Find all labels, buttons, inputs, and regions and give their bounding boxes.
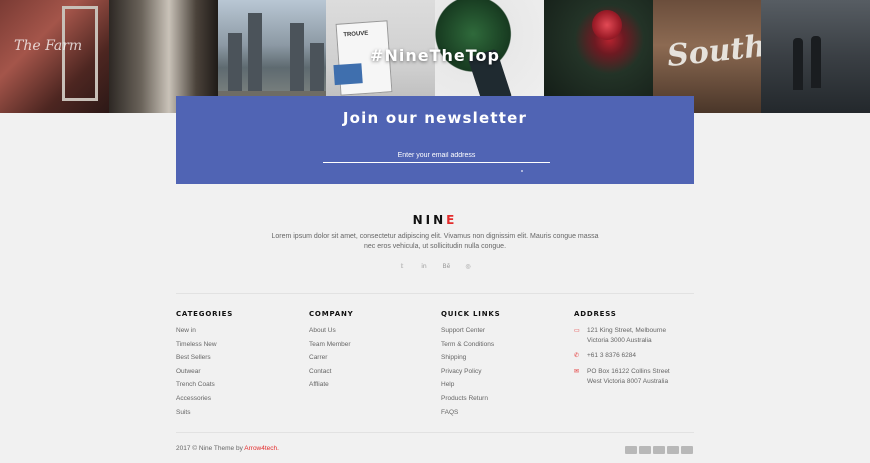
tile-overlay-text: TROUVE bbox=[343, 30, 369, 39]
logo-text-accent: E bbox=[446, 213, 458, 227]
copyright-text: 2017 © Nine Theme by bbox=[176, 445, 245, 452]
address-text: 121 King Street, Melbourne Victoria 3000 … bbox=[587, 327, 667, 344]
logo-text-main: NIN bbox=[412, 213, 447, 227]
instagram-hashtag[interactable]: #NineTheTop bbox=[0, 46, 870, 65]
mail-icon: ✉ bbox=[574, 369, 580, 375]
newsletter-title: Join our newsletter bbox=[342, 109, 528, 127]
address-row: ▭ 121 King Street, Melbourne Victoria 300… bbox=[574, 326, 670, 345]
company-link[interactable]: About Us bbox=[309, 326, 354, 340]
tile-arm bbox=[333, 63, 364, 86]
copyright: 2017 © Nine Theme by Arrow4tech. bbox=[176, 445, 279, 452]
phone-icon: ✆ bbox=[574, 353, 580, 359]
quick-link[interactable]: Privacy Policy bbox=[441, 367, 500, 381]
footer-divider-bottom bbox=[176, 432, 694, 433]
visa-icon bbox=[625, 446, 637, 454]
categories-link[interactable]: Trench Coats bbox=[176, 380, 233, 394]
quick-link[interactable]: Products Return bbox=[441, 394, 500, 408]
company-link[interactable]: Affliate bbox=[309, 380, 354, 394]
categories-link[interactable]: Timeless New bbox=[176, 340, 233, 354]
dribbble-icon[interactable]: ◎ bbox=[465, 263, 472, 270]
quick-link[interactable]: Support Center bbox=[441, 326, 500, 340]
linkedin-icon[interactable]: in bbox=[421, 263, 428, 270]
company-title: COMPANY bbox=[309, 310, 354, 318]
address-title: ADDRESS bbox=[574, 310, 617, 318]
phone-text[interactable]: +61 3 8376 6284 bbox=[587, 351, 636, 361]
map-icon: ▭ bbox=[574, 328, 580, 334]
footer-logo[interactable]: NINE bbox=[0, 213, 870, 227]
categories-link[interactable]: Outwear bbox=[176, 367, 233, 381]
company-link[interactable]: Team Member bbox=[309, 340, 354, 354]
categories-link[interactable]: Best Sellers bbox=[176, 353, 233, 367]
card-icon bbox=[681, 446, 693, 454]
phone-row: ✆ +61 3 8376 6284 bbox=[574, 351, 670, 361]
behance-icon[interactable]: Bē bbox=[443, 263, 451, 270]
footer-divider-top bbox=[176, 293, 694, 294]
email-input[interactable] bbox=[323, 148, 550, 163]
quick-link[interactable]: Shipping bbox=[441, 353, 500, 367]
payment-methods bbox=[625, 446, 693, 454]
footer-description: Lorem ipsum dolor sit amet, consectetur … bbox=[271, 233, 599, 250]
quick-link[interactable]: FAQS bbox=[441, 408, 500, 422]
author-link[interactable]: Arrow4tech. bbox=[244, 445, 279, 452]
categories-title: CATEGORIES bbox=[176, 310, 234, 318]
tile-rose bbox=[591, 10, 622, 40]
company-link[interactable]: Contact bbox=[309, 367, 354, 381]
company-column: COMPANY About Us Team Member Carrer Cont… bbox=[309, 310, 354, 394]
amex-icon bbox=[653, 446, 665, 454]
quick-link[interactable]: Term & Conditions bbox=[441, 340, 500, 354]
postal-row: ✉ PO Box 16122 Collins Street West Victor… bbox=[574, 367, 670, 386]
company-link[interactable]: Carrer bbox=[309, 353, 354, 367]
twitter-icon[interactable]: 𝕥 bbox=[399, 263, 406, 270]
social-links: 𝕥 in Bē ◎ bbox=[0, 263, 870, 270]
submit-arrow-icon[interactable] bbox=[521, 170, 523, 172]
categories-link[interactable]: New in bbox=[176, 326, 233, 340]
postal-text: PO Box 16122 Collins Street West Victoria… bbox=[587, 368, 670, 385]
quick-links-column: QUICK LINKS Support Center Term & Condit… bbox=[441, 310, 500, 421]
address-column: ADDRESS ▭ 121 King Street, Melbourne Vict… bbox=[574, 310, 670, 392]
paypal-icon bbox=[667, 446, 679, 454]
categories-link[interactable]: Accessories bbox=[176, 394, 233, 408]
categories-link[interactable]: Suits bbox=[176, 408, 233, 422]
categories-column: CATEGORIES New in Timeless New Best Sell… bbox=[176, 310, 233, 421]
quick-link[interactable]: Help bbox=[441, 380, 500, 394]
newsletter-box: Join our newsletter bbox=[176, 96, 694, 184]
quick-links-title: QUICK LINKS bbox=[441, 310, 501, 318]
mastercard-icon bbox=[639, 446, 651, 454]
